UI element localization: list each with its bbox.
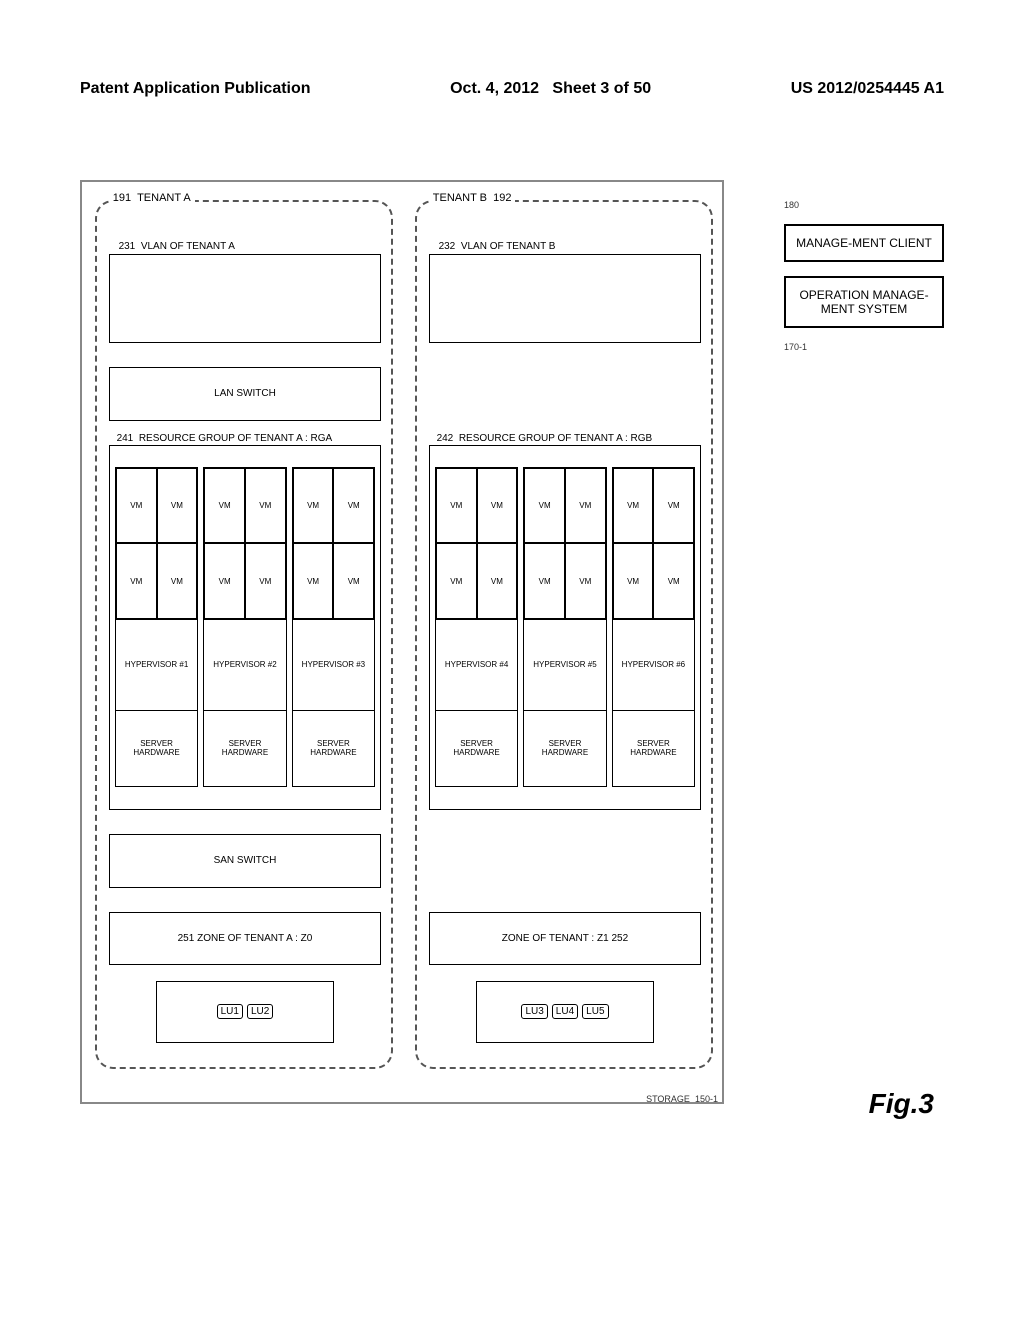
hypervisor: HYPERVISOR #2 (204, 619, 285, 710)
figure-area: 191 TENANT A 231 VLAN OF TENANT A LAN SW… (80, 180, 724, 1104)
lu: LU3 (521, 1004, 547, 1019)
server-5: VMVM VMVM HYPERVISOR #5 SERVER HARDWARE (523, 467, 606, 787)
rg-b-label: 242 RESOURCE GROUP OF TENANT A : RGB (434, 433, 656, 444)
lu: LU2 (247, 1004, 273, 1019)
vm: VM (613, 468, 654, 543)
tenant-a: 191 TENANT A 231 VLAN OF TENANT A LAN SW… (95, 200, 393, 1069)
tenant-b-label: TENANT B 192 (429, 192, 516, 204)
lu: LU4 (552, 1004, 578, 1019)
vm: VM (477, 468, 518, 543)
operation-management-system-box: OPERATION MANAGE-MENT SYSTEM (784, 276, 944, 328)
hypervisor: HYPERVISOR #4 (436, 619, 517, 710)
tenant-b: TENANT B 192 232 VLAN OF TENANT B 242 RE… (415, 200, 713, 1069)
vm: VM (245, 543, 286, 618)
vm: VM (477, 543, 518, 618)
vm: VM (293, 543, 334, 618)
vm: VM (436, 543, 477, 618)
management-client-box: MANAGE-MENT CLIENT (784, 224, 944, 262)
vm: VM (565, 468, 606, 543)
hypervisor: HYPERVISOR #3 (293, 619, 374, 710)
hypervisor: HYPERVISOR #6 (613, 619, 694, 710)
vm: VM (116, 543, 157, 618)
zone-a: 251 ZONE OF TENANT A : Z0 (109, 912, 382, 966)
vm: VM (333, 543, 374, 618)
server-hardware: SERVER HARDWARE (436, 710, 517, 786)
hypervisor: HYPERVISOR #1 (116, 619, 197, 710)
hypervisor: HYPERVISOR #5 (524, 619, 605, 710)
server-hardware: SERVER HARDWARE (613, 710, 694, 786)
vlan-b: 232 VLAN OF TENANT B (429, 254, 702, 342)
management-column: 180 MANAGE-MENT CLIENT OPERATION MANAGE-… (784, 200, 944, 352)
zone-b: ZONE OF TENANT : Z1 252 (429, 912, 702, 966)
vm: VM (157, 468, 198, 543)
hdr-right: US 2012/0254445 A1 (791, 80, 944, 98)
vm: VM (245, 468, 286, 543)
hdr-mid: Oct. 4, 2012 Sheet 3 of 50 (450, 80, 651, 98)
ref-oms: 170-1 (784, 342, 944, 352)
server-hardware: SERVER HARDWARE (293, 710, 374, 786)
lu: LU5 (582, 1004, 608, 1019)
vm: VM (524, 543, 565, 618)
page-header: Patent Application Publication Oct. 4, 2… (0, 80, 1024, 98)
storage-a: LU1 LU2 (156, 981, 335, 1044)
server-1: VMVM VMVM HYPERVISOR #1 SERVER HARDWARE (115, 467, 198, 787)
server-2: VMVM VMVM HYPERVISOR #2 SERVER HARDWARE (203, 467, 286, 787)
storage-b: LU3 LU4 LU5 (476, 981, 655, 1044)
vm: VM (116, 468, 157, 543)
vlan-a-label: 231 VLAN OF TENANT A (116, 241, 238, 252)
vm: VM (157, 543, 198, 618)
vm: VM (653, 468, 694, 543)
vlan-b-label: 232 VLAN OF TENANT B (436, 241, 559, 252)
vm: VM (565, 543, 606, 618)
vm: VM (333, 468, 374, 543)
vm: VM (204, 468, 245, 543)
vm: VM (613, 543, 654, 618)
resource-group-a: 241 RESOURCE GROUP OF TENANT A : RGA VMV… (109, 445, 382, 810)
vm: VM (204, 543, 245, 618)
figure-label: Fig.3 (869, 1088, 934, 1120)
san-switch: SAN SWITCH (109, 834, 382, 888)
server-hardware: SERVER HARDWARE (524, 710, 605, 786)
server-4: VMVM VMVM HYPERVISOR #4 SERVER HARDWARE (435, 467, 518, 787)
rg-a-label: 241 RESOURCE GROUP OF TENANT A : RGA (114, 433, 336, 444)
page: Patent Application Publication Oct. 4, 2… (0, 0, 1024, 1320)
vlan-a: 231 VLAN OF TENANT A (109, 254, 382, 342)
server-3: VMVM VMVM HYPERVISOR #3 SERVER HARDWARE (292, 467, 375, 787)
vm: VM (293, 468, 334, 543)
hdr-left: Patent Application Publication (80, 80, 311, 98)
server-6: VMVM VMVM HYPERVISOR #6 SERVER HARDWARE (612, 467, 695, 787)
lan-switch: LAN SWITCH (109, 367, 382, 421)
ref-mgmt-client: 180 (784, 200, 944, 210)
server-row-b: VMVM VMVM HYPERVISOR #4 SERVER HARDWARE … (435, 467, 695, 787)
vm: VM (653, 543, 694, 618)
resource-group-b: 242 RESOURCE GROUP OF TENANT A : RGB VMV… (429, 445, 702, 810)
server-row-a: VMVM VMVM HYPERVISOR #1 SERVER HARDWARE … (115, 467, 375, 787)
vm: VM (436, 468, 477, 543)
storage-label: STORAGE 150-1 (646, 1094, 718, 1104)
tenant-a-label: 191 TENANT A (109, 192, 195, 204)
vm: VM (524, 468, 565, 543)
lu: LU1 (217, 1004, 243, 1019)
server-hardware: SERVER HARDWARE (204, 710, 285, 786)
server-hardware: SERVER HARDWARE (116, 710, 197, 786)
